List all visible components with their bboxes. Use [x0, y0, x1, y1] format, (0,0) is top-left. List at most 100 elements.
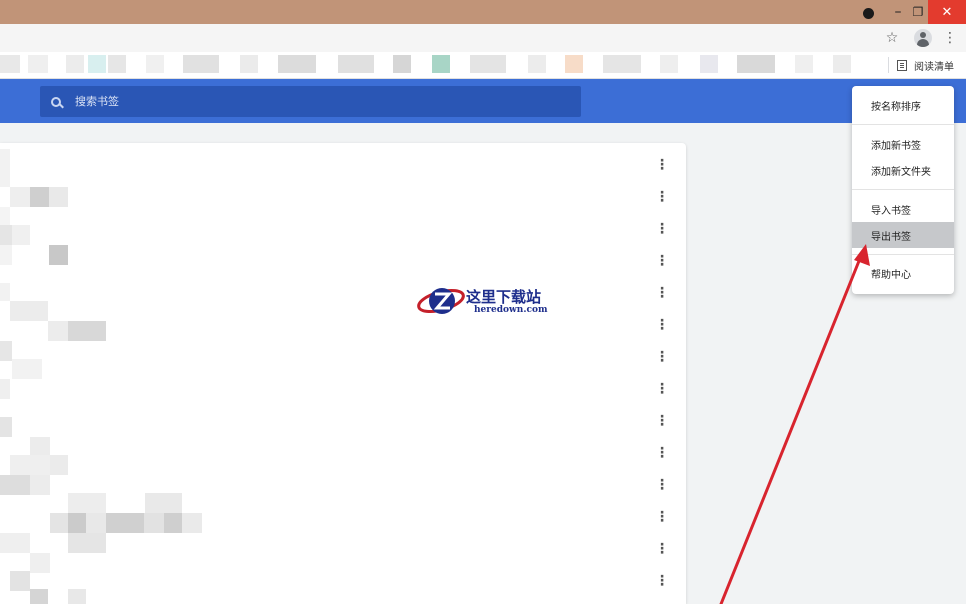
organize-menu: 按名称排序 添加新书签 添加新文件夹 导入书签 导出书签 帮助中心 — [852, 86, 954, 294]
blurred-content — [12, 225, 30, 245]
blurred-content — [10, 571, 30, 591]
watermark-chinese-text: 这里下载站 — [466, 288, 542, 306]
menu-divider — [852, 254, 954, 255]
bookmark-item[interactable] — [183, 55, 219, 73]
menu-item-add-bookmark[interactable]: 添加新书签 — [852, 131, 954, 157]
more-icon[interactable]: ⋮ — [655, 213, 669, 245]
bookmark-item[interactable] — [28, 55, 48, 73]
more-icon[interactable]: ⋮ — [655, 341, 669, 373]
bookmark-item[interactable] — [737, 55, 775, 73]
blurred-content — [182, 513, 202, 533]
bookmarks-bar — [0, 52, 966, 79]
blurred-content — [30, 187, 49, 207]
watermark-domain-text: heredown.com — [474, 305, 548, 315]
blurred-content — [50, 455, 68, 475]
bookmark-item[interactable] — [528, 55, 546, 73]
title-bar: – ❐ ✕ — [0, 0, 966, 24]
more-icon[interactable]: ⋮ — [655, 533, 669, 565]
blurred-content — [145, 493, 182, 513]
more-icon[interactable]: ⋮ — [655, 501, 669, 533]
more-icon[interactable]: ⋮ — [655, 181, 669, 213]
bookmark-item[interactable] — [0, 55, 20, 73]
minimize-button[interactable]: – — [888, 0, 908, 24]
more-icon[interactable]: ⋮ — [655, 277, 669, 309]
blurred-content — [0, 283, 10, 301]
more-icon[interactable]: ⋮ — [655, 565, 669, 597]
blurred-content — [68, 493, 106, 513]
list-item[interactable]: ⋮ — [0, 565, 686, 597]
bookmark-item[interactable] — [565, 55, 583, 73]
more-icon[interactable]: ⋮ — [655, 437, 669, 469]
bookmark-list: ⋮ ⋮ ⋮ ⋮ ⋮ ⋮ ⋮ ⋮ ⋮ ⋮ ⋮ ⋮ ⋮ ⋮ — [0, 143, 686, 604]
blurred-content — [50, 513, 68, 533]
more-icon[interactable]: ⋮ — [655, 373, 669, 405]
bookmark-item[interactable] — [833, 55, 851, 73]
bookmark-item[interactable] — [603, 55, 641, 73]
list-item[interactable]: ⋮ — [0, 437, 686, 469]
list-item[interactable]: ⋮ — [0, 181, 686, 213]
menu-item-export-bookmarks[interactable]: 导出书签 — [852, 222, 954, 248]
list-item[interactable]: ⋮ — [0, 405, 686, 437]
bookmark-item[interactable] — [240, 55, 258, 73]
divider — [888, 57, 889, 73]
search-box[interactable] — [40, 86, 581, 117]
browser-menu-icon[interactable]: ⋮ — [938, 24, 962, 52]
list-item[interactable]: ⋮ — [0, 373, 686, 405]
blurred-content — [0, 417, 12, 437]
reading-list-button[interactable]: 阅读清单 — [888, 52, 954, 78]
list-item[interactable]: ⋮ — [0, 245, 686, 277]
menu-item-add-folder[interactable]: 添加新文件夹 — [852, 157, 954, 183]
list-item[interactable]: ⋮ — [0, 341, 686, 373]
blurred-content — [0, 341, 12, 361]
more-icon[interactable]: ⋮ — [655, 469, 669, 501]
blurred-content — [144, 513, 164, 533]
blurred-content — [10, 187, 30, 207]
blurred-content — [0, 475, 30, 495]
watermark-logo-icon — [417, 288, 465, 314]
more-icon[interactable]: ⋮ — [655, 245, 669, 277]
more-icon[interactable]: ⋮ — [655, 309, 669, 341]
list-item[interactable]: ⋮ — [0, 149, 686, 181]
bookmark-item[interactable] — [66, 55, 84, 73]
bookmark-item[interactable] — [146, 55, 164, 73]
bookmark-item[interactable] — [278, 55, 316, 73]
blurred-content — [68, 513, 86, 533]
menu-item-help-center[interactable]: 帮助中心 — [852, 260, 954, 286]
bookmark-item[interactable] — [795, 55, 813, 73]
bookmark-item[interactable] — [338, 55, 374, 73]
bookmark-item[interactable] — [470, 55, 506, 73]
profile-indicator-icon[interactable] — [860, 0, 876, 24]
blurred-content — [10, 301, 48, 321]
blurred-content — [68, 321, 106, 341]
bookmark-item[interactable] — [660, 55, 678, 73]
menu-item-sort-by-name[interactable]: 按名称排序 — [852, 92, 954, 118]
list-item[interactable]: ⋮ — [0, 277, 686, 309]
bookmark-item[interactable] — [700, 55, 718, 73]
blurred-content — [86, 513, 106, 533]
more-icon[interactable]: ⋮ — [655, 405, 669, 437]
blurred-content — [10, 455, 50, 475]
blurred-content — [48, 321, 68, 341]
blurred-content — [30, 553, 50, 573]
reading-list-icon — [897, 59, 907, 71]
blurred-content — [0, 533, 30, 553]
watermark: 这里下载站 heredown.com — [416, 283, 556, 323]
blurred-content — [30, 589, 48, 604]
account-icon[interactable] — [911, 24, 935, 52]
list-item[interactable]: ⋮ — [0, 213, 686, 245]
close-button[interactable]: ✕ — [928, 0, 966, 24]
menu-item-import-bookmarks[interactable]: 导入书签 — [852, 196, 954, 222]
bookmark-item[interactable] — [108, 55, 126, 73]
bookmark-item[interactable] — [432, 55, 450, 73]
blurred-content — [106, 513, 144, 533]
blurred-content — [0, 149, 10, 187]
more-icon[interactable]: ⋮ — [655, 149, 669, 181]
blurred-content — [30, 437, 50, 457]
search-input[interactable] — [73, 94, 557, 109]
blurred-content — [164, 513, 182, 533]
bookmark-item[interactable] — [88, 55, 106, 73]
restore-button[interactable]: ❐ — [908, 0, 928, 24]
bookmark-item[interactable] — [393, 55, 411, 73]
star-icon[interactable]: ☆ — [880, 24, 904, 52]
blurred-content — [49, 187, 68, 207]
